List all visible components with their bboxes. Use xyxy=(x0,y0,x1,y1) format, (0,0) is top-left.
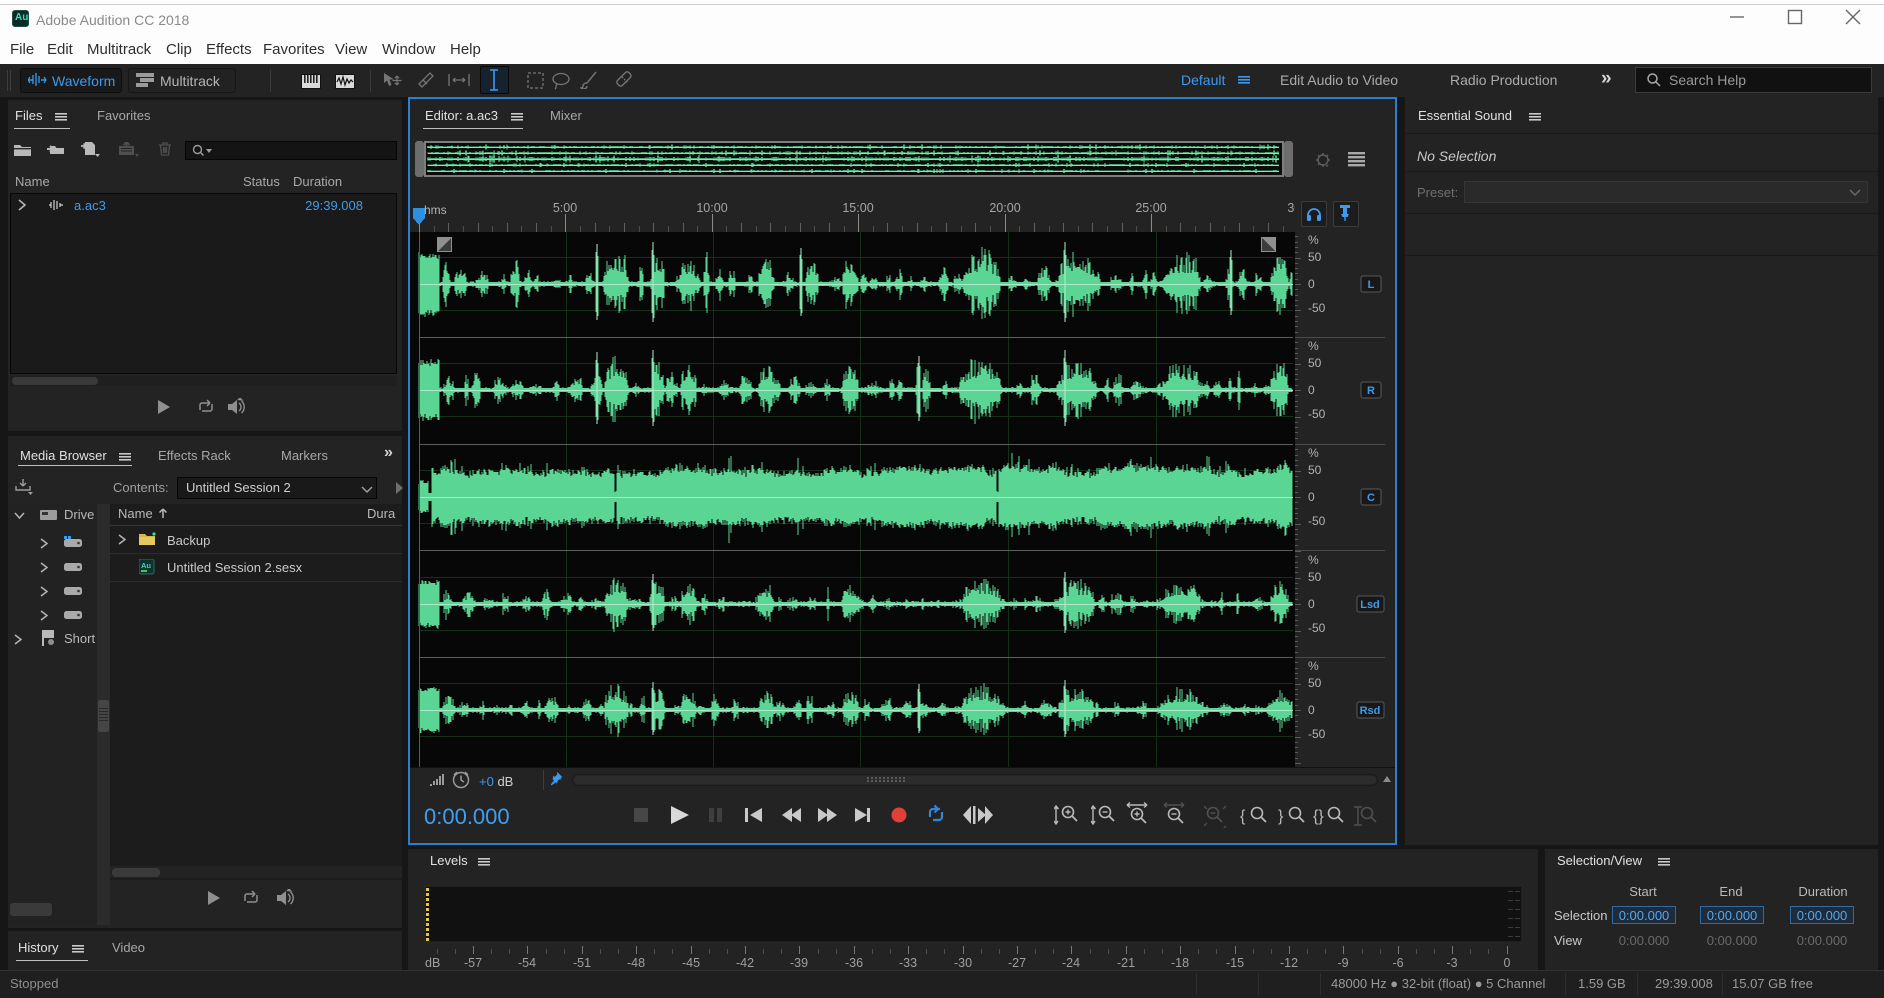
svg-text:50: 50 xyxy=(1308,250,1322,264)
svg-text:0: 0 xyxy=(1504,956,1511,970)
svg-text:-18: -18 xyxy=(1171,956,1189,970)
svg-text:%: % xyxy=(1308,233,1319,247)
svg-text:-50: -50 xyxy=(1308,301,1326,315)
svg-text:{: { xyxy=(1240,808,1246,825)
svg-text:0: 0 xyxy=(1308,703,1315,717)
svg-text:dB: dB xyxy=(425,956,440,970)
svg-text:50: 50 xyxy=(1308,356,1322,370)
svg-text:%: % xyxy=(1308,339,1319,353)
svg-text:-24: -24 xyxy=(1062,956,1080,970)
svg-text:-42: -42 xyxy=(736,956,754,970)
svg-text:0: 0 xyxy=(1308,277,1315,291)
svg-text:5:00: 5:00 xyxy=(553,201,577,215)
svg-text:%: % xyxy=(1308,659,1319,673)
svg-text:-50: -50 xyxy=(1308,727,1326,741)
svg-text:0: 0 xyxy=(1308,597,1315,611)
svg-text:-54: -54 xyxy=(518,956,536,970)
svg-text:Au: Au xyxy=(141,561,151,570)
svg-text:-50: -50 xyxy=(1308,514,1326,528)
svg-text:R: R xyxy=(1367,385,1375,397)
svg-text:-50: -50 xyxy=(1308,407,1326,421)
svg-text:-48: -48 xyxy=(627,956,645,970)
svg-text:-30: -30 xyxy=(954,956,972,970)
svg-text:25:00: 25:00 xyxy=(1135,201,1166,215)
svg-text:-15: -15 xyxy=(1226,956,1244,970)
svg-text:%: % xyxy=(1308,446,1319,460)
svg-text:-21: -21 xyxy=(1117,956,1135,970)
svg-text:%: % xyxy=(1308,553,1319,567)
svg-text:0: 0 xyxy=(1308,383,1315,397)
svg-text:-6: -6 xyxy=(1392,956,1403,970)
svg-text:L: L xyxy=(1368,279,1375,291)
svg-text:50: 50 xyxy=(1308,570,1322,584)
svg-text:Rsd: Rsd xyxy=(1360,705,1381,717)
svg-text:20:00: 20:00 xyxy=(989,201,1020,215)
svg-text:50: 50 xyxy=(1308,676,1322,690)
svg-text:C: C xyxy=(1367,492,1375,504)
svg-text:Lsd: Lsd xyxy=(1360,599,1380,611)
svg-text:-27: -27 xyxy=(1008,956,1026,970)
svg-text:50: 50 xyxy=(1308,463,1322,477)
svg-text:-50: -50 xyxy=(1308,621,1326,635)
svg-text:-9: -9 xyxy=(1337,956,1348,970)
svg-text:0: 0 xyxy=(1308,490,1315,504)
svg-text:15:00: 15:00 xyxy=(842,201,873,215)
svg-text:-3: -3 xyxy=(1446,956,1457,970)
svg-text:-39: -39 xyxy=(790,956,808,970)
svg-text:-57: -57 xyxy=(464,956,482,970)
svg-text:-36: -36 xyxy=(845,956,863,970)
svg-text:-45: -45 xyxy=(682,956,700,970)
svg-text:10:00: 10:00 xyxy=(696,201,727,215)
svg-text:-12: -12 xyxy=(1280,956,1298,970)
svg-text:{}: {} xyxy=(1313,808,1324,825)
svg-text:-33: -33 xyxy=(899,956,917,970)
svg-text:30:00: 30:00 xyxy=(1287,201,1295,215)
svg-text:-51: -51 xyxy=(573,956,591,970)
svg-text:}: } xyxy=(1278,808,1284,825)
